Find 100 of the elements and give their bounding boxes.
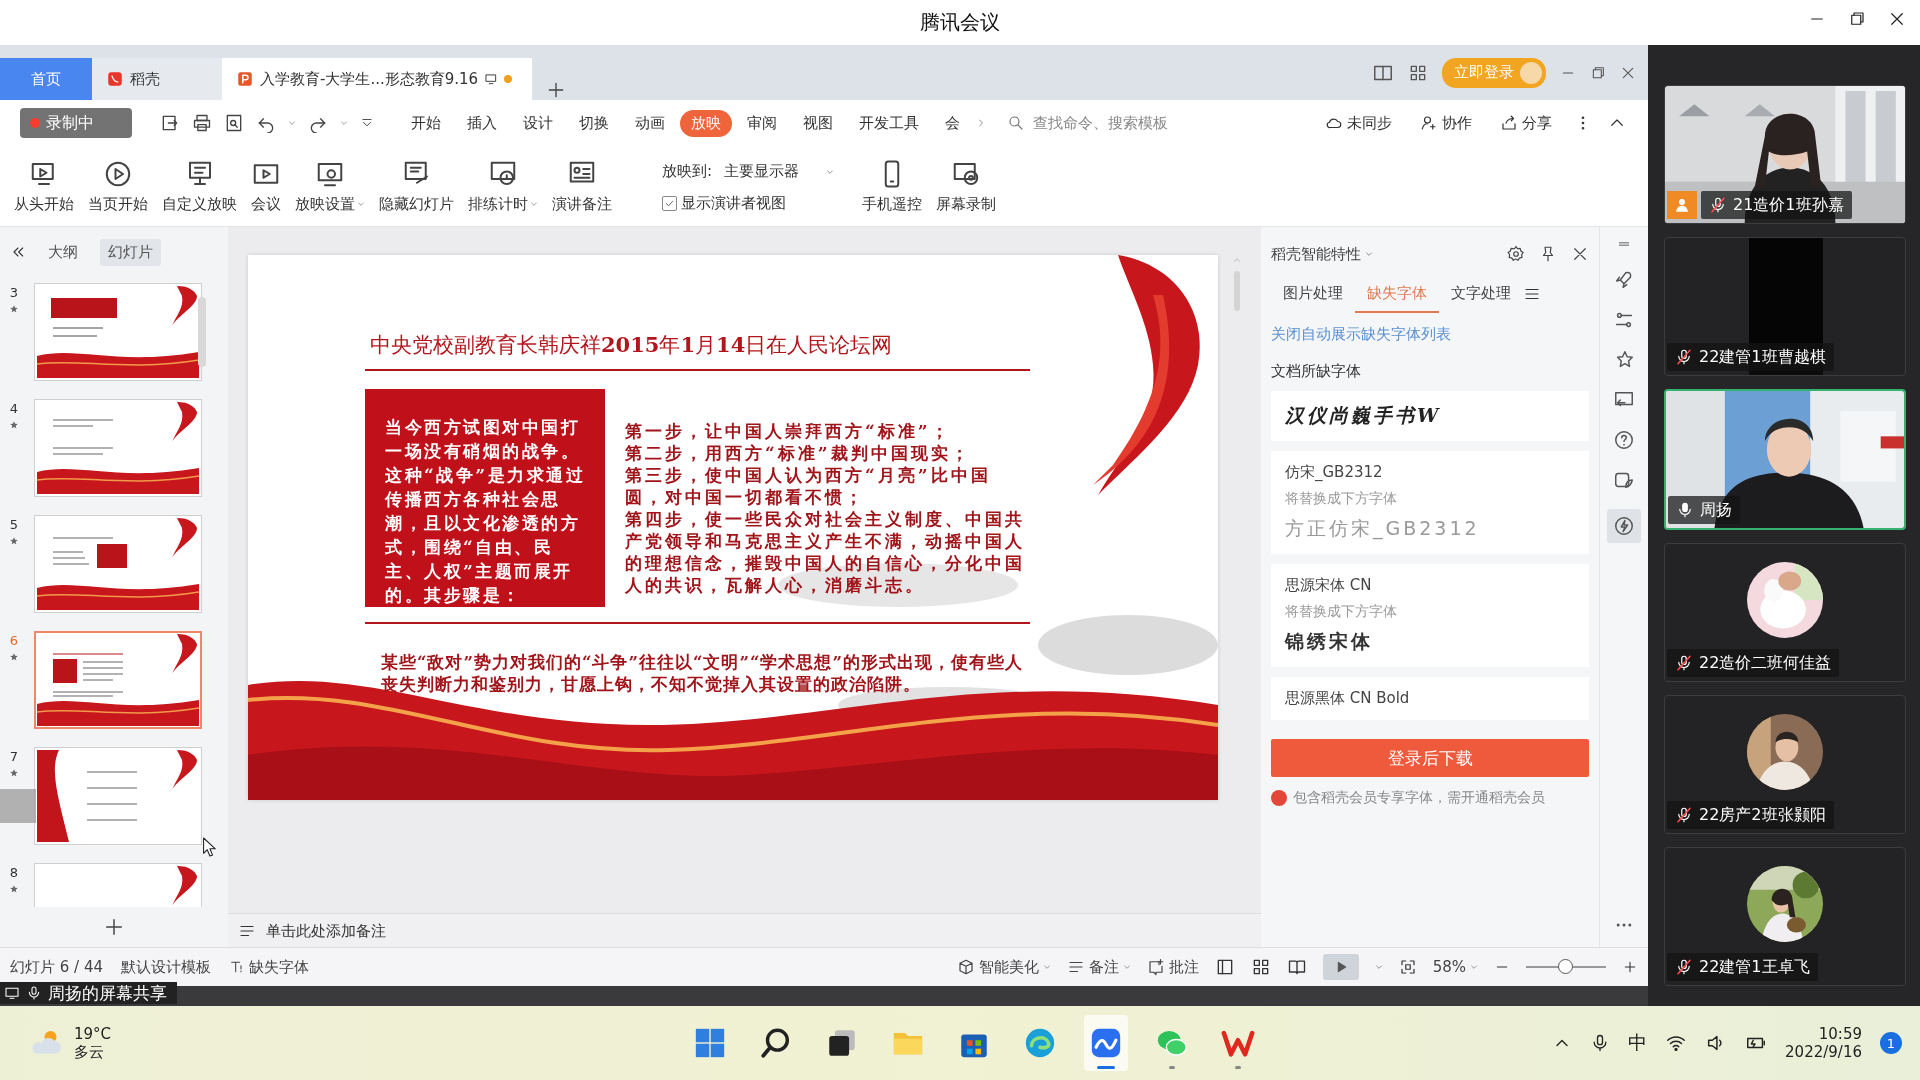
video-tile[interactable]: 22建管1班曹越棋	[1664, 237, 1906, 376]
caret-icon	[340, 119, 348, 127]
menu-tab[interactable]: 插入	[456, 109, 508, 137]
font-card[interactable]: 思源宋体 CN 将替换成下方字体 锦绣宋体	[1271, 564, 1589, 667]
monitor-icon	[484, 72, 499, 86]
animation-star-icon	[9, 652, 19, 662]
swirl-icon	[1023, 1026, 1057, 1060]
menu-tab[interactable]: 会	[934, 109, 971, 137]
muted-mic-icon	[1675, 654, 1693, 672]
play-button[interactable]	[1322, 954, 1359, 980]
weather-condition: 多云	[74, 1042, 105, 1062]
add-person-icon	[1420, 114, 1438, 132]
summary-text: 当今西方试图对中国打一场没有硝烟的战争。这种“战争”是力求通过传播西方各种社会思潮，且以文化渗透的方式，围绕“自由、民主、人权”主题而展开的。其步骤是：	[385, 416, 587, 607]
restore-icon[interactable]	[1848, 10, 1866, 28]
help-icon[interactable]	[1613, 429, 1635, 451]
caret-icon	[530, 200, 538, 208]
clock-time[interactable]: 10:59	[1818, 1025, 1862, 1043]
slide-number: 6	[9, 633, 19, 648]
caret-icon	[288, 119, 296, 127]
fit-window-icon[interactable]	[1398, 958, 1417, 976]
clock-date[interactable]: 2022/9/16	[1785, 1043, 1862, 1061]
add-slide-icon[interactable]	[103, 916, 125, 938]
participant-name: 周扬	[1668, 496, 1740, 524]
restore-icon[interactable]	[1590, 64, 1606, 81]
ribbon-button[interactable]: 放映设置	[291, 154, 369, 218]
start-icon	[693, 1026, 727, 1060]
slider-thumb[interactable]	[1558, 959, 1573, 974]
ribbon-button[interactable]: 从头开始	[10, 154, 78, 218]
ribbon-button[interactable]: 屏幕录制	[932, 154, 1001, 218]
ribbon-button[interactable]: 演讲备注	[548, 154, 616, 218]
toolbar-handle[interactable]	[0, 789, 36, 823]
ribbon-button[interactable]: 当页开始	[84, 154, 152, 218]
toolbar-button[interactable]: 未同步	[1319, 112, 1398, 134]
menu-tab[interactable]: 视图	[792, 109, 844, 137]
document-tab[interactable]: 首页	[0, 58, 92, 100]
close-icon[interactable]	[1571, 245, 1589, 263]
font-card[interactable]: 仿宋_GB2312 将替换成下方字体 方正仿宋_GB2312	[1271, 451, 1589, 554]
toolbar-button[interactable]: 分享	[1494, 112, 1558, 134]
menu-tab[interactable]: 开始	[400, 109, 452, 137]
caret-icon	[1122, 963, 1131, 971]
slide-thumbnail[interactable]	[34, 515, 202, 613]
video-tile[interactable]: 21造价1班孙嘉	[1664, 85, 1906, 224]
template-button[interactable]: 默认设计模板	[121, 957, 211, 977]
export-icon[interactable]	[160, 113, 180, 133]
video-tile[interactable]: 22造价二班何佳益	[1664, 543, 1906, 682]
panel-tab[interactable]: 大纲	[40, 238, 86, 266]
notes-field[interactable]: 单击此处添加备注	[264, 920, 568, 941]
panel-tab[interactable]: 图片处理	[1271, 275, 1355, 313]
muted-mic-icon	[1709, 196, 1727, 214]
ribbon-button[interactable]: 会议	[247, 154, 285, 218]
font-card[interactable]: 思源黑体 CN Bold	[1271, 677, 1589, 720]
participant-name: 21造价1班孙嘉	[1701, 191, 1852, 219]
video-tile[interactable]: 22房产2班张颢阳	[1664, 695, 1906, 834]
search-field[interactable]: 查找命令、搜索模板	[1031, 113, 1255, 133]
notes-button[interactable]: 备注	[1066, 957, 1131, 977]
input-method[interactable]: 中	[1628, 1030, 1648, 1056]
slide-thumbnail[interactable]	[34, 283, 202, 381]
menu-tab[interactable]: 设计	[512, 109, 564, 137]
video-tile[interactable]: 22建管1王卓飞	[1664, 847, 1906, 986]
beautify-button[interactable]: 智能美化	[956, 957, 1051, 977]
shell-logo-icon	[106, 70, 124, 88]
zoom-in-icon[interactable]	[1622, 959, 1638, 975]
panel-tab[interactable]: 幻灯片	[100, 238, 161, 266]
slide-thumbnail[interactable]	[34, 747, 202, 845]
font-name: 思源宋体 CN	[1285, 576, 1373, 595]
zoom-dropdown[interactable]: 58%	[1432, 958, 1478, 976]
ribbon-button[interactable]: 自定义放映	[158, 154, 241, 218]
ribbon-button[interactable]: 排练计时	[464, 154, 542, 218]
lightning-icon[interactable]	[1613, 515, 1635, 537]
presenter-view-checkbox[interactable]: 显示演讲者视图	[662, 193, 839, 213]
missing-fonts-button[interactable]: 缺失字体	[229, 957, 309, 977]
slide-thumbnail[interactable]	[34, 631, 202, 729]
mic-icon	[1676, 501, 1694, 519]
close-icon[interactable]	[1888, 10, 1906, 28]
document-tab[interactable]: 入学教育-大学生...形态教育9.16	[222, 58, 532, 100]
share-label: 周扬的屏幕共享	[0, 982, 177, 1004]
print-preview-icon[interactable]	[224, 113, 244, 133]
document-tab[interactable]: 稻壳	[92, 58, 222, 100]
ribbon-button[interactable]: 手机遥控	[858, 154, 927, 218]
comments-button[interactable]: 批注	[1146, 957, 1199, 977]
menu-tab[interactable]: 开发工具	[848, 109, 930, 137]
font-card[interactable]: 汉仪尚巍手书W	[1271, 391, 1589, 441]
toolbar-button[interactable]: 协作	[1414, 112, 1478, 134]
scrollbar[interactable]	[198, 297, 206, 367]
menu-tab[interactable]: 动画	[624, 109, 676, 137]
menu-tab[interactable]: 切换	[568, 109, 620, 137]
font-name: 思源黑体 CN Bold	[1285, 689, 1411, 708]
panel-title: 稻壳智能特性	[1271, 244, 1361, 264]
video-tile[interactable]: 周扬	[1664, 389, 1906, 530]
ribbon-button[interactable]: 隐藏幻灯片	[375, 154, 458, 218]
settings-icon[interactable]	[1507, 245, 1525, 263]
hint-text: 将替换成下方字体	[1285, 490, 1398, 508]
menu-tab[interactable]: 审阅	[736, 109, 788, 137]
print-icon[interactable]	[192, 113, 212, 133]
participant-name: 22造价二班何佳益	[1667, 649, 1840, 677]
participant-name: 22建管1班曹越棋	[1667, 343, 1834, 371]
scrollbar[interactable]	[1234, 271, 1240, 311]
panel-tab[interactable]: 文字处理	[1439, 275, 1523, 313]
slide-thumbnail[interactable]	[34, 399, 202, 497]
notification-badge[interactable]: 1	[1880, 1032, 1902, 1054]
